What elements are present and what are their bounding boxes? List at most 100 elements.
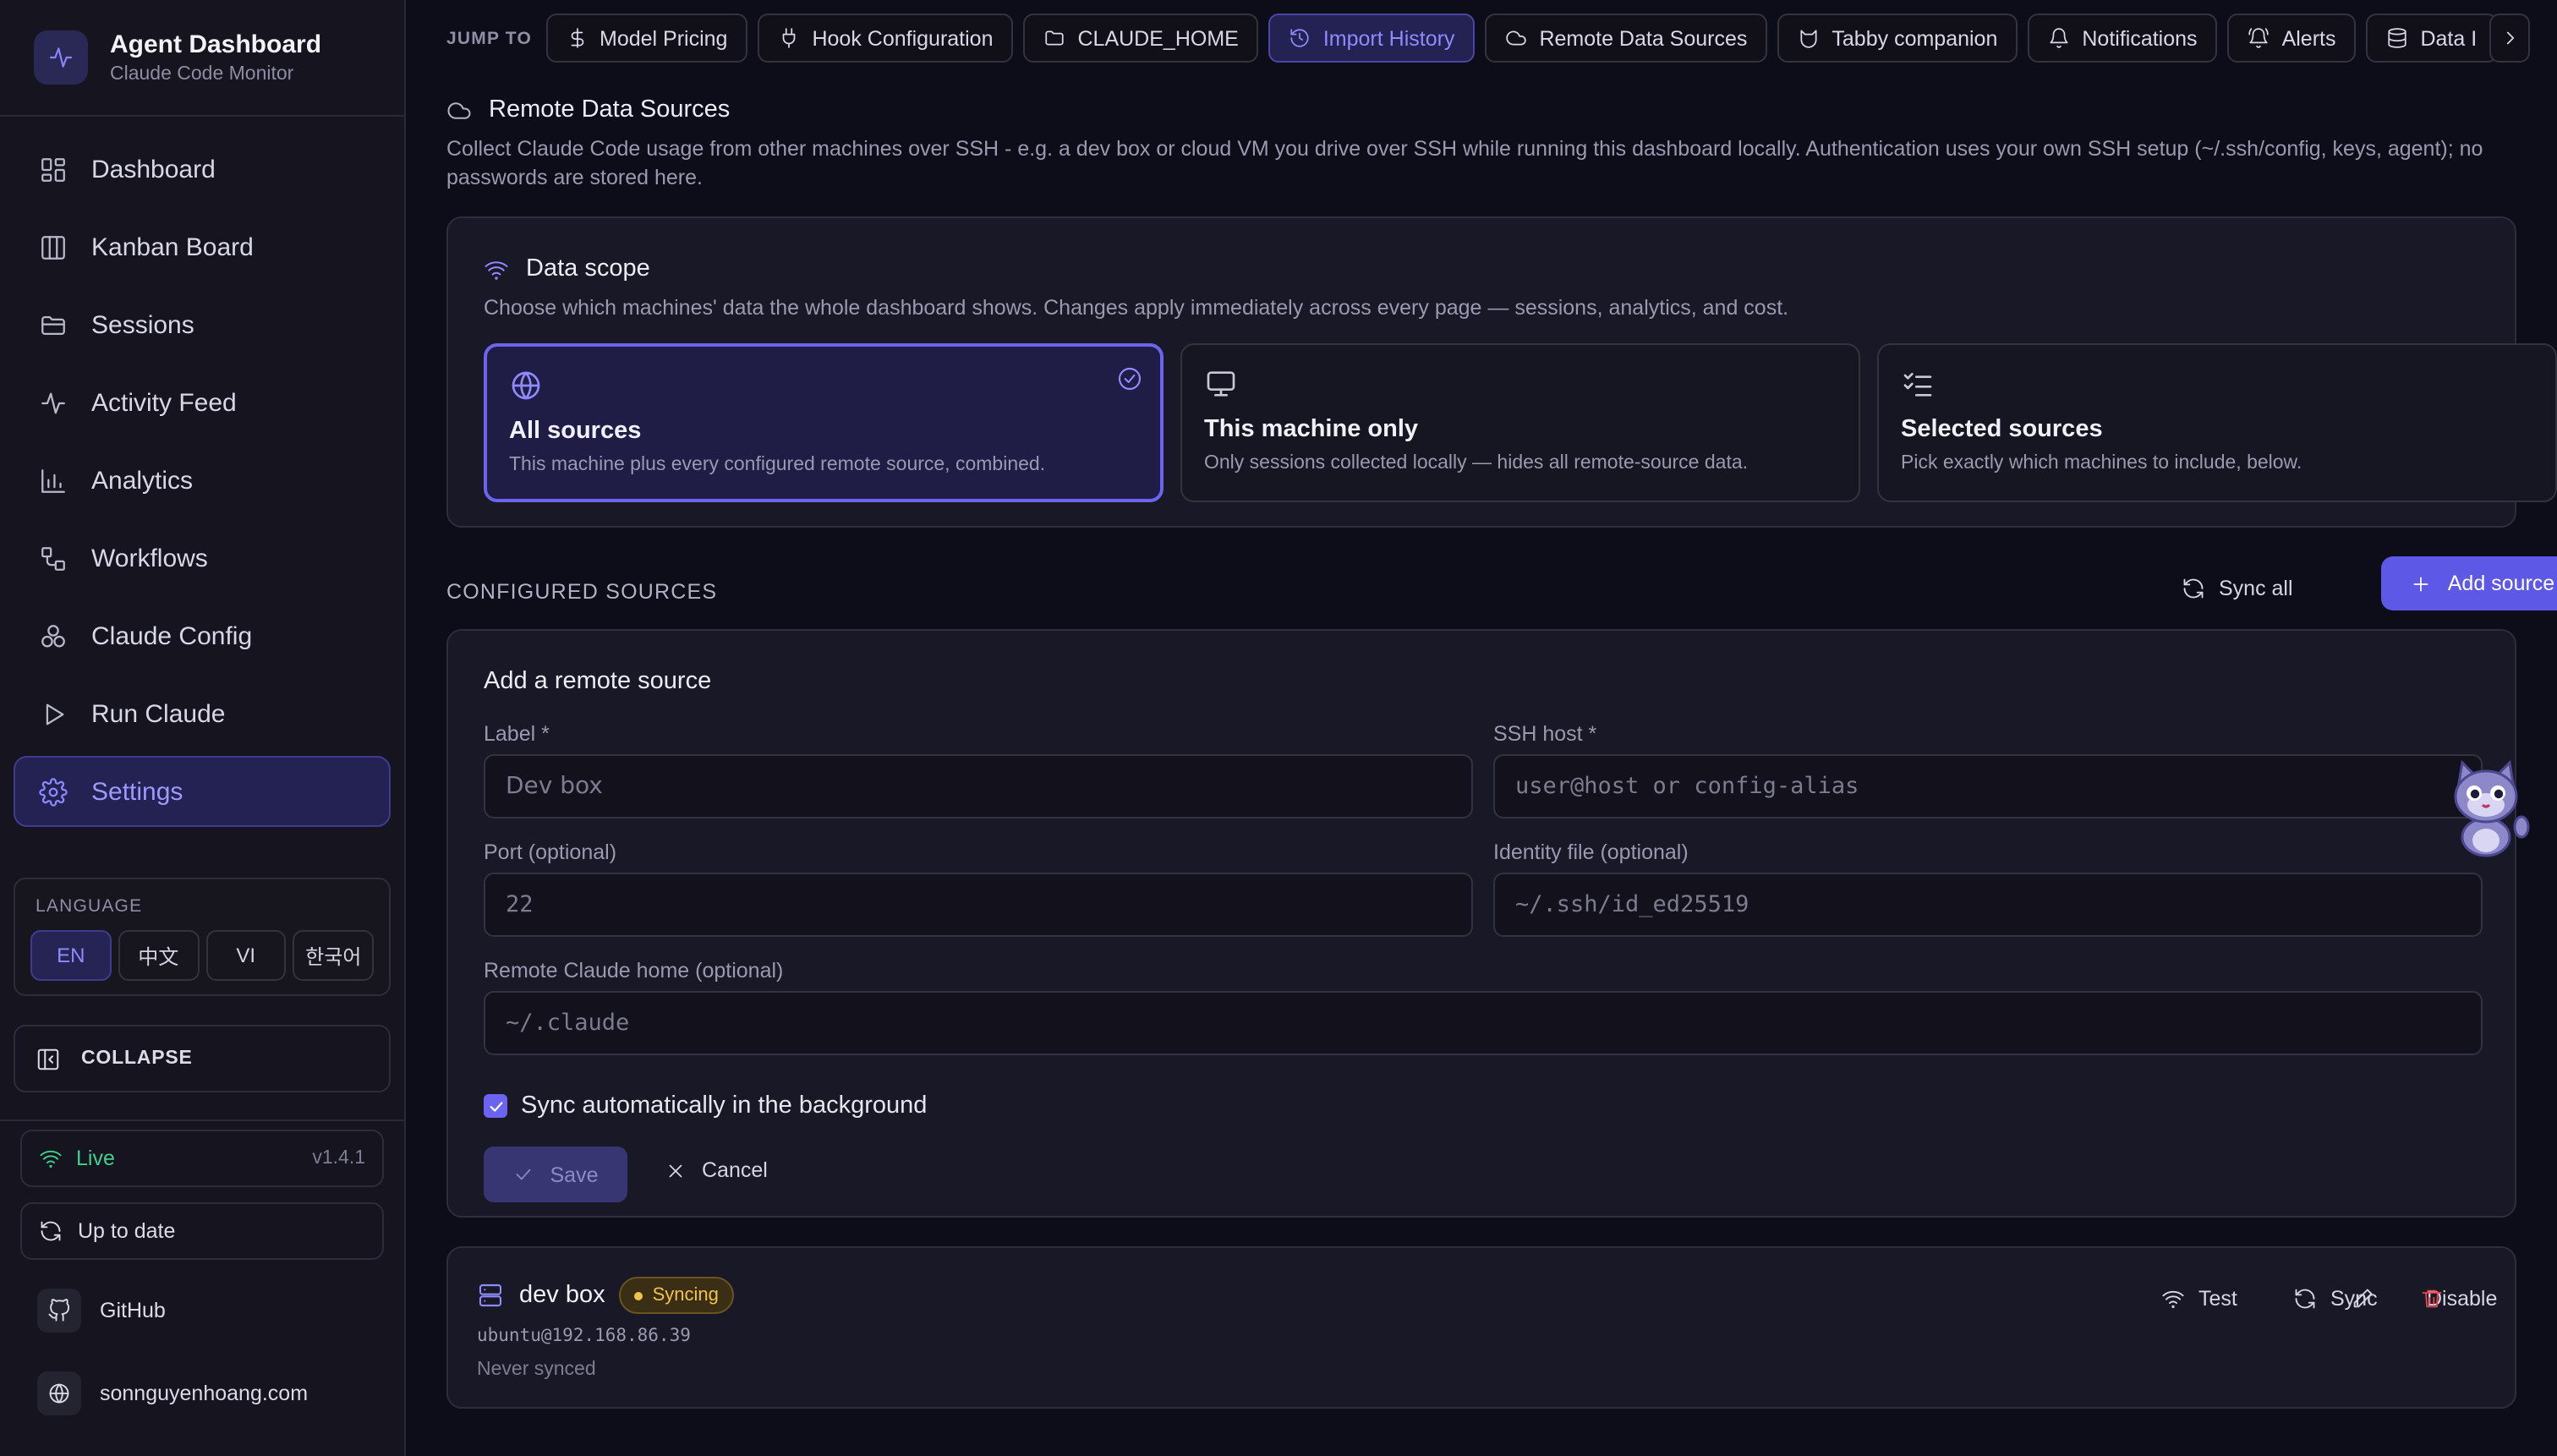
refresh-icon [2295, 1289, 2315, 1309]
sidebar-item-label: Activity Feed [91, 388, 237, 417]
sidebar-item-settings[interactable]: Settings [14, 756, 391, 827]
panel-collapse-icon [37, 1048, 59, 1070]
section-title-text: Remote Data Sources [489, 96, 731, 123]
scope-option-all-sources[interactable]: All sources This machine plus every conf… [484, 343, 1164, 502]
save-button[interactable]: Save [484, 1147, 627, 1202]
live-label: Live [76, 1147, 115, 1170]
auto-sync-row[interactable]: Sync automatically in the background [484, 1092, 927, 1119]
add-source-button[interactable]: Add source [2381, 556, 2557, 610]
jump-chip-hook-configuration[interactable]: Hook Configuration [758, 14, 1014, 63]
jump-chip-claude-home[interactable]: CLAUDE_HOME [1023, 14, 1259, 63]
remote-home-input[interactable] [484, 991, 2483, 1055]
source-last-sync: Never synced [477, 1360, 596, 1380]
cloud-icon [447, 101, 471, 118]
jump-scroll-right-button[interactable] [2489, 14, 2530, 63]
jump-chip-label: Tabby companion [1832, 26, 1998, 50]
jump-chip-data[interactable]: Data I [2366, 14, 2498, 63]
ssh-host-input[interactable] [1493, 754, 2483, 818]
test-button[interactable]: Test [2161, 1287, 2237, 1311]
scope-option-title: All sources [509, 418, 642, 445]
source-host: ubuntu@192.168.86.39 [477, 1326, 691, 1346]
pencil-icon [2353, 1289, 2373, 1308]
sync-all-label: Sync all [2219, 577, 2293, 600]
source-name-text: dev box [519, 1282, 605, 1309]
globe-icon [512, 371, 540, 400]
workflow-icon [41, 546, 65, 570]
port-field-label: Port (optional) [484, 840, 617, 864]
sync-all-button[interactable]: Sync all [2182, 570, 2293, 607]
github-link[interactable]: GitHub [37, 1287, 166, 1334]
refresh-icon [41, 1221, 61, 1241]
check-circle-icon [1118, 367, 1142, 391]
configured-sources-label: CONFIGURED SOURCES [446, 580, 718, 604]
bar-chart-icon [41, 468, 65, 492]
sidebar-item-kanban[interactable]: Kanban Board [14, 211, 391, 282]
data-scope-description: Choose which machines' data the whole da… [484, 296, 1789, 320]
delete-button[interactable] [2420, 1287, 2444, 1311]
sidebar-item-activity-feed[interactable]: Activity Feed [14, 367, 391, 438]
jump-chip-label: Notifications [2082, 26, 2198, 50]
edit-button[interactable] [2351, 1287, 2374, 1311]
sidebar-item-label: Workflows [91, 544, 208, 572]
cat-icon [1800, 30, 1817, 48]
sidebar-item-label: Run Claude [91, 699, 226, 728]
website-link[interactable]: sonnguyenhoang.com [37, 1370, 308, 1417]
cloud-icon [1506, 30, 1527, 46]
tabby-cat-mascot[interactable] [2442, 759, 2530, 857]
jump-chip-tabby-companion[interactable]: Tabby companion [1777, 14, 2018, 63]
monitor-icon [1207, 371, 1235, 397]
collapse-button[interactable]: COLLAPSE [14, 1025, 391, 1092]
data-scope-card: Data scope Choose which machines' data t… [446, 216, 2557, 528]
config-icon [41, 624, 65, 647]
server-icon [479, 1284, 502, 1307]
jump-chip-alerts[interactable]: Alerts [2227, 14, 2357, 63]
brand[interactable]: Agent Dashboard Claude Code Monitor [0, 0, 404, 117]
auto-sync-label: Sync automatically in the background [521, 1092, 928, 1119]
scope-option-this-machine[interactable]: This machine only Only sessions collecte… [1180, 343, 1860, 502]
jump-chip-import-history[interactable]: Import History [1268, 14, 1476, 63]
lang-vi-button[interactable]: VI [205, 930, 287, 981]
scope-option-description: This machine plus every configured remot… [509, 455, 1046, 475]
port-input[interactable] [484, 873, 1473, 937]
lang-ko-button[interactable]: 한국어 [293, 930, 374, 981]
sidebar-item-dashboard[interactable]: Dashboard [14, 134, 391, 205]
scope-option-selected-sources[interactable]: Selected sources Pick exactly which mach… [1877, 343, 2557, 502]
lang-en-button[interactable]: EN [30, 930, 112, 981]
refresh-icon [2183, 578, 2204, 599]
sidebar-item-claude-config[interactable]: Claude Config [14, 600, 391, 671]
sidebar-item-label: Sessions [91, 310, 194, 339]
jump-chip-model-pricing[interactable]: Model Pricing [545, 14, 748, 63]
sidebar-item-run-claude[interactable]: Run Claude [14, 678, 391, 749]
section-title: Remote Data Sources [446, 96, 730, 123]
lang-zh-button[interactable]: 中文 [118, 930, 199, 981]
sidebar-item-analytics[interactable]: Analytics [14, 445, 391, 516]
plus-icon [2414, 576, 2429, 591]
jump-to-bar: JUMP TO Model Pricing Hook Configuration… [446, 14, 2530, 63]
auto-sync-checkbox[interactable] [484, 1094, 507, 1118]
sidebar-item-label: Analytics [91, 466, 194, 495]
list-checks-icon [1903, 373, 1932, 397]
update-check-button[interactable]: Up to date [20, 1202, 384, 1260]
trash-icon [2422, 1289, 2442, 1308]
check-icon [517, 1169, 531, 1180]
jump-chip-notifications[interactable]: Notifications [2028, 14, 2218, 63]
remote-home-field-label: Remote Claude home (optional) [484, 959, 784, 983]
jump-chip-label: Data I [2420, 26, 2478, 50]
identity-file-input[interactable] [1493, 873, 2483, 937]
section-description: Collect Claude Code usage from other mac… [446, 137, 2483, 189]
folder-icon [41, 315, 65, 335]
wifi-icon [40, 1150, 62, 1168]
jump-chip-label: Model Pricing [600, 26, 728, 50]
play-icon [46, 703, 64, 725]
version-label: v1.4.1 [312, 1148, 365, 1169]
jump-chip-label: Hook Configuration [812, 26, 994, 50]
sidebar-item-sessions[interactable]: Sessions [14, 289, 391, 360]
jump-chip-remote-data-sources[interactable]: Remote Data Sources [1485, 14, 1768, 63]
scope-option-description: Only sessions collected locally — hides … [1204, 453, 1749, 473]
label-input[interactable] [484, 754, 1473, 818]
app-subtitle: Claude Code Monitor [110, 64, 294, 85]
form-title: Add a remote source [484, 668, 712, 695]
cancel-button[interactable]: Cancel [665, 1158, 768, 1182]
sidebar-item-label: Claude Config [91, 621, 253, 650]
sidebar-item-workflows[interactable]: Workflows [14, 523, 391, 594]
